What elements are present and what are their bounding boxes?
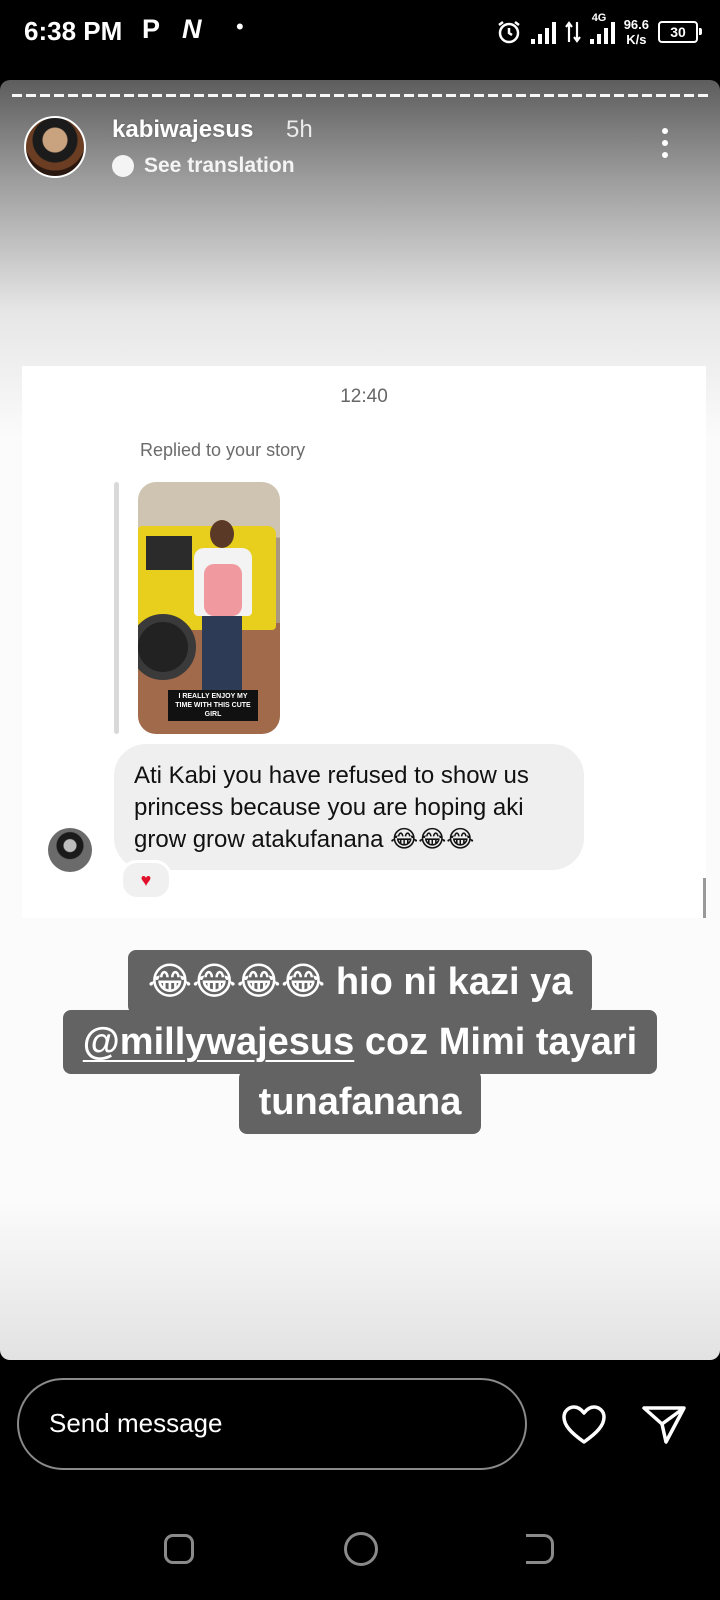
heart-reaction-icon: ♥ xyxy=(120,860,172,900)
caption-line-2-text: coz Mimi tayari xyxy=(354,1021,638,1063)
caption-line-3: tunafanana xyxy=(238,1070,482,1134)
send-message-placeholder: Send message xyxy=(49,1408,223,1438)
see-translation-button[interactable]: See translation xyxy=(112,154,295,178)
message-bubble: Ati Kabi you have refused to show us pri… xyxy=(114,744,584,870)
data-transfer-icon xyxy=(564,21,581,43)
profile-avatar[interactable] xyxy=(24,116,86,178)
story-username[interactable]: kabiwajesus xyxy=(112,116,253,144)
sender-avatar xyxy=(48,828,92,872)
heart-icon[interactable] xyxy=(560,1402,608,1448)
network-type: 4G xyxy=(591,12,607,24)
status-time: 6:38 PM xyxy=(24,16,123,46)
translate-icon xyxy=(112,155,134,177)
story-caption: 😂😂😂😂 hio ni kazi ya @millywajesus coz Mi… xyxy=(0,950,720,1134)
story-thumbnail: I REALLY ENJOY MY TIME WITH THIS CUTE GI… xyxy=(138,482,280,734)
thumbnail-wheel xyxy=(138,614,196,680)
thumbnail-baby-carrier xyxy=(204,564,242,616)
dm-screenshot: 12:40 Replied to your story I REALLY ENJ… xyxy=(22,366,706,918)
home-icon[interactable] xyxy=(344,1532,378,1566)
send-message-input[interactable]: Send message xyxy=(17,1378,527,1470)
alarm-icon xyxy=(497,21,520,44)
back-icon[interactable] xyxy=(526,1534,554,1564)
mention-link[interactable]: @millywajesus xyxy=(83,1021,355,1063)
thumbnail-caption: I REALLY ENJOY MY TIME WITH THIS CUTE GI… xyxy=(168,690,258,721)
caption-line-2: @millywajesus coz Mimi tayari xyxy=(62,1010,658,1074)
battery-icon: 30 xyxy=(658,21,702,43)
reply-quote-bar xyxy=(114,482,119,734)
replied-to-story-label: Replied to your story xyxy=(140,440,306,460)
signal-icon-sim1 xyxy=(530,20,556,44)
speed-unit: K/s xyxy=(626,32,647,47)
screenshot-scrollbar xyxy=(703,878,706,918)
story-time-ago: 5h xyxy=(286,116,313,143)
more-notifications-dot: • xyxy=(236,14,244,39)
app-notification-icon-p: P xyxy=(142,14,161,44)
message-timestamp: 12:40 xyxy=(340,386,388,407)
story-viewer[interactable]: kabiwajesus 5h See translation 12:40 Rep… xyxy=(0,80,720,1360)
network-speed: 96.6 K/s xyxy=(624,17,649,47)
speed-value: 96.6 xyxy=(623,17,649,32)
status-icons: 4G 96.6 K/s 30 xyxy=(496,12,702,50)
app-notification-icon-n: N xyxy=(182,14,202,44)
see-translation-label: See translation xyxy=(144,154,295,177)
recent-apps-icon[interactable] xyxy=(164,1534,194,1564)
story-progress-bar xyxy=(12,94,708,97)
thumbnail-person xyxy=(210,520,234,548)
caption-line-1: 😂😂😂😂 hio ni kazi ya xyxy=(127,950,593,1014)
signal-icon-sim2: 4G xyxy=(589,12,615,44)
more-options-icon[interactable] xyxy=(662,128,668,158)
system-nav-bar xyxy=(0,1520,720,1600)
send-icon[interactable] xyxy=(640,1402,688,1448)
battery-level: 30 xyxy=(670,24,686,40)
status-bar: 6:38 PM P N • 4G 96.6 K/s 30 xyxy=(0,0,720,66)
